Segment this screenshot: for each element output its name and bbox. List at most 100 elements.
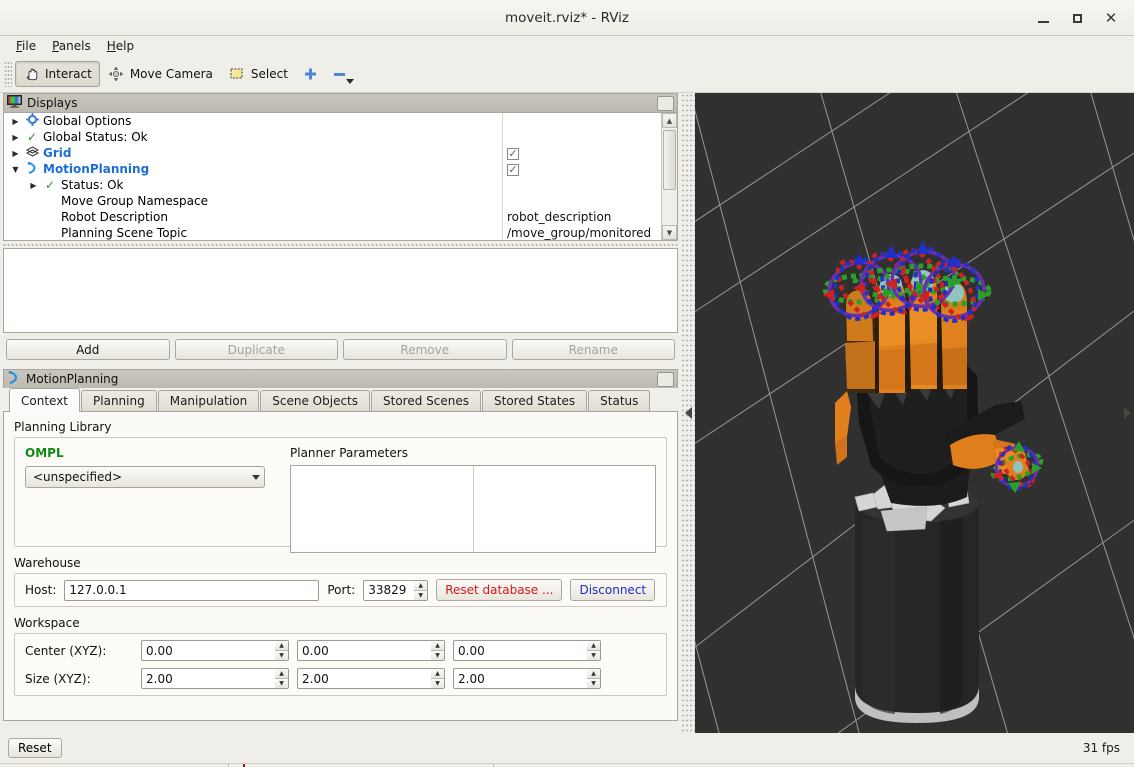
center-x-input[interactable]: 0.00 <box>141 640 275 661</box>
menu-file[interactable]: File <box>8 37 44 55</box>
center-x-stepper[interactable]: 0.00 ▲ ▼ <box>141 640 289 661</box>
spin-down-icon[interactable]: ▼ <box>587 679 600 688</box>
displays-tree[interactable]: ▶ Global Options ▶ ✓ Global Status: Ok ▶ Grid ✓… <box>3 112 678 241</box>
planner-parameters-table[interactable] <box>290 465 656 553</box>
size-z-input[interactable]: 2.00 <box>453 668 587 689</box>
size-y-input[interactable]: 2.00 <box>297 668 431 689</box>
tree-row-value-cell[interactable]: ✓ <box>502 162 519 176</box>
center-y-stepper[interactable]: 0.00 ▲ ▼ <box>297 640 445 661</box>
planner-select[interactable]: <unspecified> <box>25 466 265 488</box>
fps-indicator: 31 fps <box>1082 741 1120 755</box>
visibility-checkbox[interactable]: ✓ <box>507 147 519 160</box>
motion-planning-icon <box>7 370 21 387</box>
tree-row-value-cell[interactable]: /move_group/monitored <box>502 226 651 240</box>
size-y-stepper[interactable]: 2.00 ▲ ▼ <box>297 668 445 689</box>
tab-planning[interactable]: Planning <box>81 390 157 411</box>
tool-interact[interactable]: Interact <box>15 61 100 87</box>
toolbar-grip[interactable] <box>4 61 12 87</box>
desktop-taskbar-edge <box>0 763 1134 767</box>
expand-arrow-right-icon[interactable]: ▶ <box>28 181 39 190</box>
tree-row-label: Planning Scene Topic <box>61 226 188 240</box>
scroll-down-icon[interactable]: ▼ <box>662 225 677 240</box>
tool-move-camera-label: Move Camera <box>129 67 213 81</box>
expand-arrow-right-icon[interactable]: ▶ <box>10 149 21 158</box>
minimize-button[interactable] <box>1026 3 1060 33</box>
host-input[interactable]: 127.0.0.1 <box>64 579 320 601</box>
spin-up-icon[interactable]: ▲ <box>587 669 600 679</box>
tab-context[interactable]: Context <box>9 388 81 412</box>
tree-row[interactable]: ▼ MotionPlanning ✓ <box>4 161 661 177</box>
spin-up-icon[interactable]: ▲ <box>414 580 428 591</box>
panel-splitter[interactable] <box>3 241 678 248</box>
spin-up-icon[interactable]: ▲ <box>431 641 444 651</box>
tab-stored-scenes[interactable]: Stored Scenes <box>371 390 481 411</box>
render-viewport[interactable] <box>695 93 1134 733</box>
displays-panel-icon <box>7 95 22 111</box>
tool-interact-label: Interact <box>45 67 92 81</box>
duplicate-display-button[interactable]: Duplicate <box>174 339 338 360</box>
center-z-input[interactable]: 0.00 <box>453 640 587 661</box>
port-input[interactable]: 33829 <box>363 579 415 601</box>
gear-icon <box>25 113 39 129</box>
tab-stored-states[interactable]: Stored States <box>482 390 588 411</box>
tree-row-value-cell[interactable]: robot_description <box>502 210 611 224</box>
tab-scene-objects[interactable]: Scene Objects <box>260 390 370 411</box>
displays-float-button[interactable] <box>657 95 674 111</box>
center-z-stepper[interactable]: 0.00 ▲ ▼ <box>453 640 601 661</box>
spin-down-icon[interactable]: ▼ <box>431 679 444 688</box>
scroll-up-icon[interactable]: ▲ <box>662 113 677 128</box>
planner-parameters-value-column <box>474 466 656 552</box>
workspace-label: Workspace <box>14 616 80 630</box>
tree-row[interactable]: ▶ Global Options <box>4 113 661 129</box>
add-display-button[interactable]: Add <box>6 339 170 360</box>
spin-down-icon[interactable]: ▼ <box>275 679 288 688</box>
menu-help[interactable]: Help <box>99 37 142 55</box>
check-icon: ✓ <box>44 178 56 192</box>
tree-row[interactable]: Move Group Namespace <box>4 193 661 209</box>
maximize-button[interactable] <box>1060 3 1094 33</box>
expand-arrow-right-icon[interactable]: ▶ <box>10 117 21 126</box>
remove-display-button[interactable]: Remove <box>343 339 507 360</box>
spin-down-icon[interactable]: ▼ <box>587 651 600 660</box>
port-stepper[interactable]: 33829 ▲ ▼ <box>363 579 429 601</box>
tool-select[interactable]: Select <box>221 61 296 87</box>
size-xyz-label: Size (XYZ): <box>25 671 91 686</box>
tool-move-camera[interactable]: Move Camera <box>100 61 221 87</box>
spin-down-icon[interactable]: ▼ <box>414 590 428 600</box>
spin-down-icon[interactable]: ▼ <box>431 651 444 660</box>
tab-manipulation[interactable]: Manipulation <box>157 390 260 411</box>
size-x-stepper[interactable]: 2.00 ▲ ▼ <box>141 668 289 689</box>
size-x-input[interactable]: 2.00 <box>141 668 275 689</box>
spin-down-icon[interactable]: ▼ <box>275 651 288 660</box>
tool-remove[interactable] <box>325 61 360 87</box>
size-z-stepper[interactable]: 2.00 ▲ ▼ <box>453 668 601 689</box>
visibility-checkbox[interactable]: ✓ <box>507 163 519 176</box>
spin-up-icon[interactable]: ▲ <box>275 641 288 651</box>
expand-arrow-right-icon[interactable]: ▶ <box>10 133 21 142</box>
menu-panels[interactable]: Panels <box>44 37 99 55</box>
expand-arrow-down-icon[interactable]: ▼ <box>10 165 21 174</box>
tree-row[interactable]: ▶ Grid ✓ <box>4 145 661 161</box>
tab-status[interactable]: Status <box>588 390 651 411</box>
reset-button[interactable]: Reset <box>8 738 62 758</box>
spin-up-icon[interactable]: ▲ <box>587 641 600 651</box>
port-spin-buttons[interactable]: ▲ ▼ <box>414 579 429 601</box>
tree-scrollbar[interactable]: ▲ ▼ <box>661 113 677 240</box>
tree-row[interactable]: Robot Description robot_description <box>4 209 661 225</box>
tool-add[interactable] <box>296 61 325 87</box>
center-y-input[interactable]: 0.00 <box>297 640 431 661</box>
chevron-down-icon[interactable] <box>345 78 354 84</box>
tree-row[interactable]: Planning Scene Topic/move_group/monitore… <box>4 225 661 240</box>
spin-up-icon[interactable]: ▲ <box>431 669 444 679</box>
scrollbar-thumb[interactable] <box>663 130 676 190</box>
close-button[interactable]: ✕ <box>1094 3 1128 33</box>
motionplanning-float-button[interactable] <box>657 371 674 387</box>
rename-display-button[interactable]: Rename <box>511 339 675 360</box>
tree-row[interactable]: ▶ ✓ Status: Ok <box>4 177 661 193</box>
tree-row[interactable]: ▶ ✓ Global Status: Ok <box>4 129 661 145</box>
spin-up-icon[interactable]: ▲ <box>275 669 288 679</box>
reset-database-button[interactable]: Reset database ... <box>436 579 563 601</box>
disconnect-button[interactable]: Disconnect <box>570 579 656 601</box>
tree-row-value-cell[interactable]: ✓ <box>502 146 519 160</box>
left-panel-collapse-handle[interactable] <box>681 93 695 733</box>
